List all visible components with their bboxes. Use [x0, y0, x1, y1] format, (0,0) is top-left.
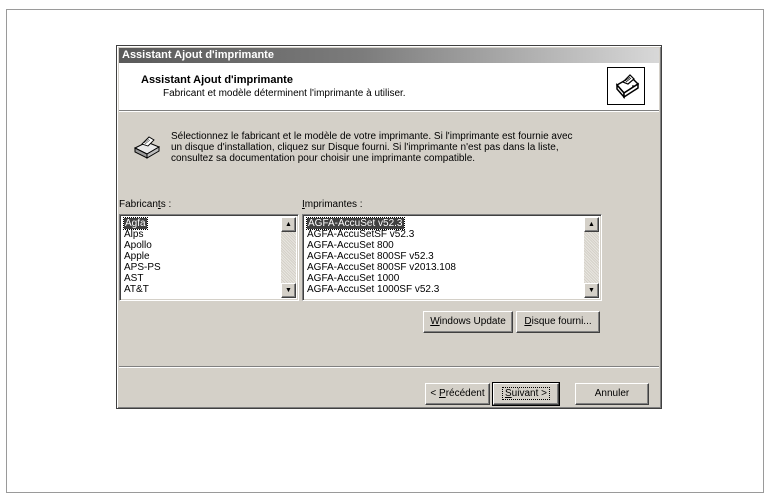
- printer-item[interactable]: AGFA-AccuSet 1000SF v52.3: [306, 284, 584, 295]
- back-button[interactable]: < Précédent: [425, 383, 490, 405]
- manufacturer-item[interactable]: Alps: [123, 229, 281, 240]
- printer-icon: [133, 135, 161, 161]
- manufacturer-item[interactable]: AST: [123, 273, 281, 284]
- instructions-line: un disque d'installation, cliquez sur Di…: [171, 142, 559, 153]
- next-button[interactable]: Suivant >: [492, 382, 560, 406]
- manufacturers-label: Fabricants :: [119, 199, 172, 210]
- printer-item[interactable]: AGFA-AccuSet 800SF v2013.108: [306, 262, 584, 273]
- manufacturer-item[interactable]: Agfa: [123, 217, 281, 230]
- manufacturers-listbox[interactable]: Agfa Alps Apollo Apple APS-PS AST AT&T ▲…: [119, 214, 299, 301]
- scroll-up-arrow-icon[interactable]: ▲: [281, 217, 296, 232]
- scroll-down-arrow-icon[interactable]: ▼: [584, 283, 599, 298]
- cancel-button[interactable]: Annuler: [575, 383, 649, 405]
- printer-wizard-icon: [607, 67, 645, 105]
- instructions-text: Sélectionnez le fabricant et le modèle d…: [171, 131, 611, 164]
- add-printer-wizard-dialog: Assistant Ajout d'imprimante Assistant A…: [116, 45, 662, 409]
- printer-item[interactable]: AGFA-AccuSet 800: [306, 240, 584, 251]
- scroll-up-arrow-icon[interactable]: ▲: [584, 217, 599, 232]
- printer-item[interactable]: AGFA-AccuSet 800SF v52.3: [306, 251, 584, 262]
- have-disk-button[interactable]: Disque fourni...: [516, 311, 600, 333]
- printer-item[interactable]: AGFA-AccuSet 1000: [306, 273, 584, 284]
- printers-listbox[interactable]: AGFA-AccuSet v52.3 AGFA-AccuSetSF v52.3 …: [302, 214, 602, 301]
- instructions-line: consultez sa documentation pour choisir …: [171, 153, 476, 164]
- header-separator: [119, 110, 659, 112]
- printers-scrollbar[interactable]: ▲ ▼: [584, 217, 599, 298]
- manufacturer-item[interactable]: Apple: [123, 251, 281, 262]
- header-title: Assistant Ajout d'imprimante: [141, 74, 293, 86]
- window-title: Assistant Ajout d'imprimante: [122, 49, 274, 61]
- printer-item[interactable]: AGFA-AccuSet v52.3: [306, 217, 584, 230]
- manufacturer-item[interactable]: AT&T: [123, 284, 281, 295]
- manufacturer-item[interactable]: Apollo: [123, 240, 281, 251]
- manufacturer-item[interactable]: APS-PS: [123, 262, 281, 273]
- scroll-down-arrow-icon[interactable]: ▼: [281, 283, 296, 298]
- windows-update-button[interactable]: Windows Update: [423, 311, 513, 333]
- wizard-header: Assistant Ajout d'imprimante Fabricant e…: [119, 63, 659, 111]
- printers-label: Imprimantes :: [302, 199, 363, 210]
- printer-item[interactable]: AGFA-AccuSetSF v52.3: [306, 229, 584, 240]
- header-subtitle: Fabricant et modèle déterminent l'imprim…: [163, 88, 406, 99]
- manufacturers-scrollbar[interactable]: ▲ ▼: [281, 217, 296, 298]
- footer-separator: [119, 366, 659, 368]
- instructions-line: Sélectionnez le fabricant et le modèle d…: [171, 131, 573, 142]
- window-titlebar[interactable]: Assistant Ajout d'imprimante: [119, 48, 659, 63]
